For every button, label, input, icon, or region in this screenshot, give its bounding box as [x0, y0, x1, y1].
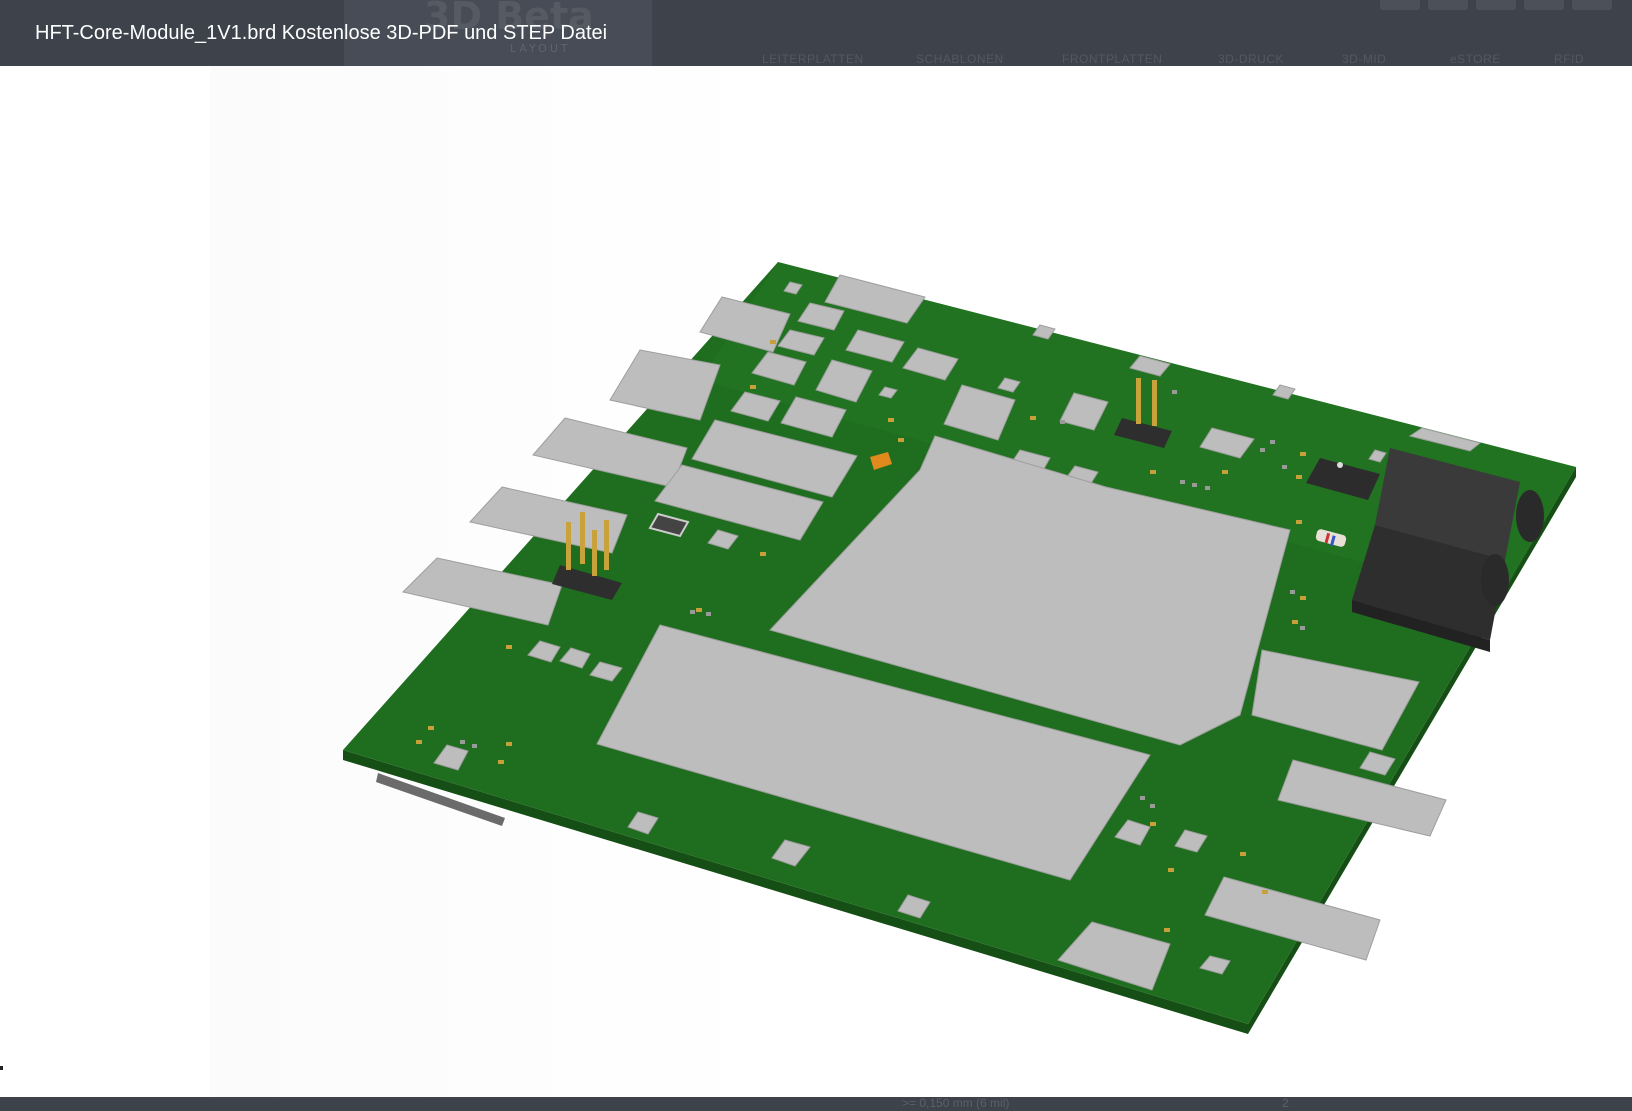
background-footer-text: >= 0,150 mm (6 mil): [902, 1096, 1010, 1110]
viewer-artifact-dot: [0, 1066, 3, 1070]
background-footer: [0, 1097, 1632, 1111]
pcb-3d-render: [343, 262, 1576, 1034]
background-footer-value: 2: [1282, 1096, 1289, 1110]
